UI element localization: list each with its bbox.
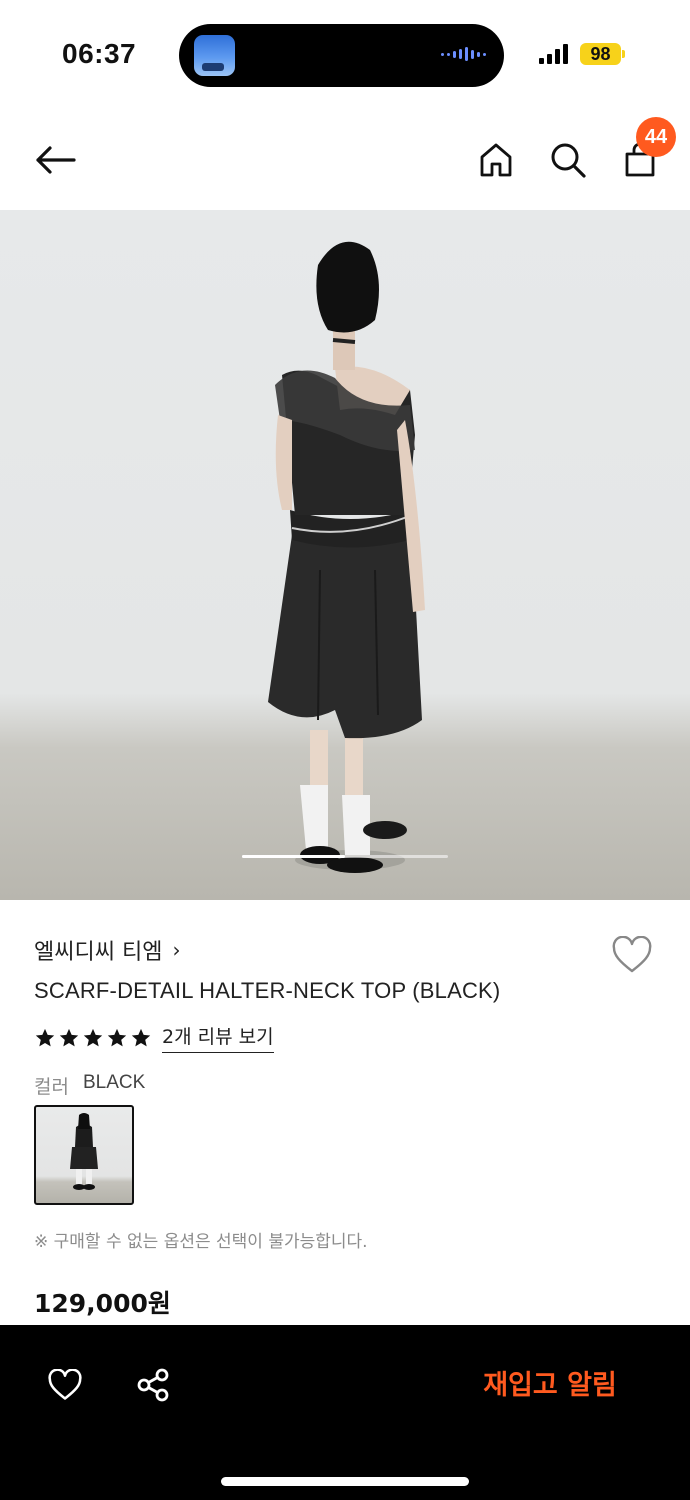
home-button[interactable] — [471, 135, 521, 185]
star-icon — [59, 1028, 79, 1046]
search-button[interactable] — [543, 135, 593, 185]
home-icon — [480, 143, 512, 177]
swatch-thumbnail — [70, 1113, 98, 1190]
top-nav-bar — [0, 110, 690, 210]
heart-icon — [612, 936, 652, 973]
brand-name: 엘씨디씨 티엠 — [34, 940, 163, 965]
color-row: 컬러 BLACK — [34, 1072, 145, 1099]
product-price: 129,000원 — [34, 1289, 171, 1318]
carousel-scroll-indicator — [242, 855, 448, 858]
option-unavailable-note: ※ 구매할 수 없는 옵션은 선택이 불가능합니다. — [34, 1232, 368, 1252]
bottom-wishlist-button[interactable] — [37, 1357, 93, 1413]
battery-indicator: 98 — [580, 43, 625, 65]
star-icon — [35, 1028, 55, 1046]
back-button[interactable] — [30, 135, 80, 185]
product-image-carousel[interactable] — [0, 210, 690, 900]
star-icon — [83, 1028, 103, 1046]
color-option-swatch[interactable] — [34, 1105, 134, 1205]
cellular-signal-icon — [539, 44, 568, 64]
search-icon — [551, 143, 586, 178]
wishlist-button[interactable] — [607, 930, 657, 980]
product-title: SCARF-DETAIL HALTER-NECK TOP (BLACK) — [34, 978, 501, 1003]
color-value: BLACK — [82, 1072, 146, 1093]
home-indicator[interactable] — [221, 1477, 469, 1486]
review-link[interactable]: 2개 리뷰 보기 — [162, 1022, 274, 1053]
chevron-right-icon: › — [172, 938, 181, 962]
color-label: 컬러 — [34, 1076, 69, 1098]
share-icon — [137, 1368, 169, 1402]
star-rating — [34, 1027, 152, 1049]
dynamic-island[interactable] — [179, 24, 504, 87]
status-time: 06:37 — [62, 38, 137, 69]
status-bar: 06:37 98 — [0, 0, 690, 100]
now-playing-artwork — [194, 35, 235, 76]
brand-link[interactable]: 엘씨디씨 티엠 › — [34, 934, 180, 966]
product-photo — [268, 241, 425, 873]
heart-icon — [48, 1369, 82, 1400]
cart-count-badge: 44 — [636, 117, 676, 157]
back-arrow-icon — [36, 146, 76, 174]
share-button[interactable] — [125, 1357, 181, 1413]
carousel-scroll-thumb — [242, 855, 345, 858]
audio-waveform-icon — [441, 47, 486, 61]
bottom-action-bar: 재입고 알림 — [0, 1325, 690, 1500]
restock-alert-button[interactable]: 재입고 알림 — [450, 1363, 650, 1409]
rating-row: 2개 리뷰 보기 — [34, 1022, 274, 1053]
star-icon — [131, 1028, 151, 1046]
star-icon — [107, 1028, 127, 1046]
